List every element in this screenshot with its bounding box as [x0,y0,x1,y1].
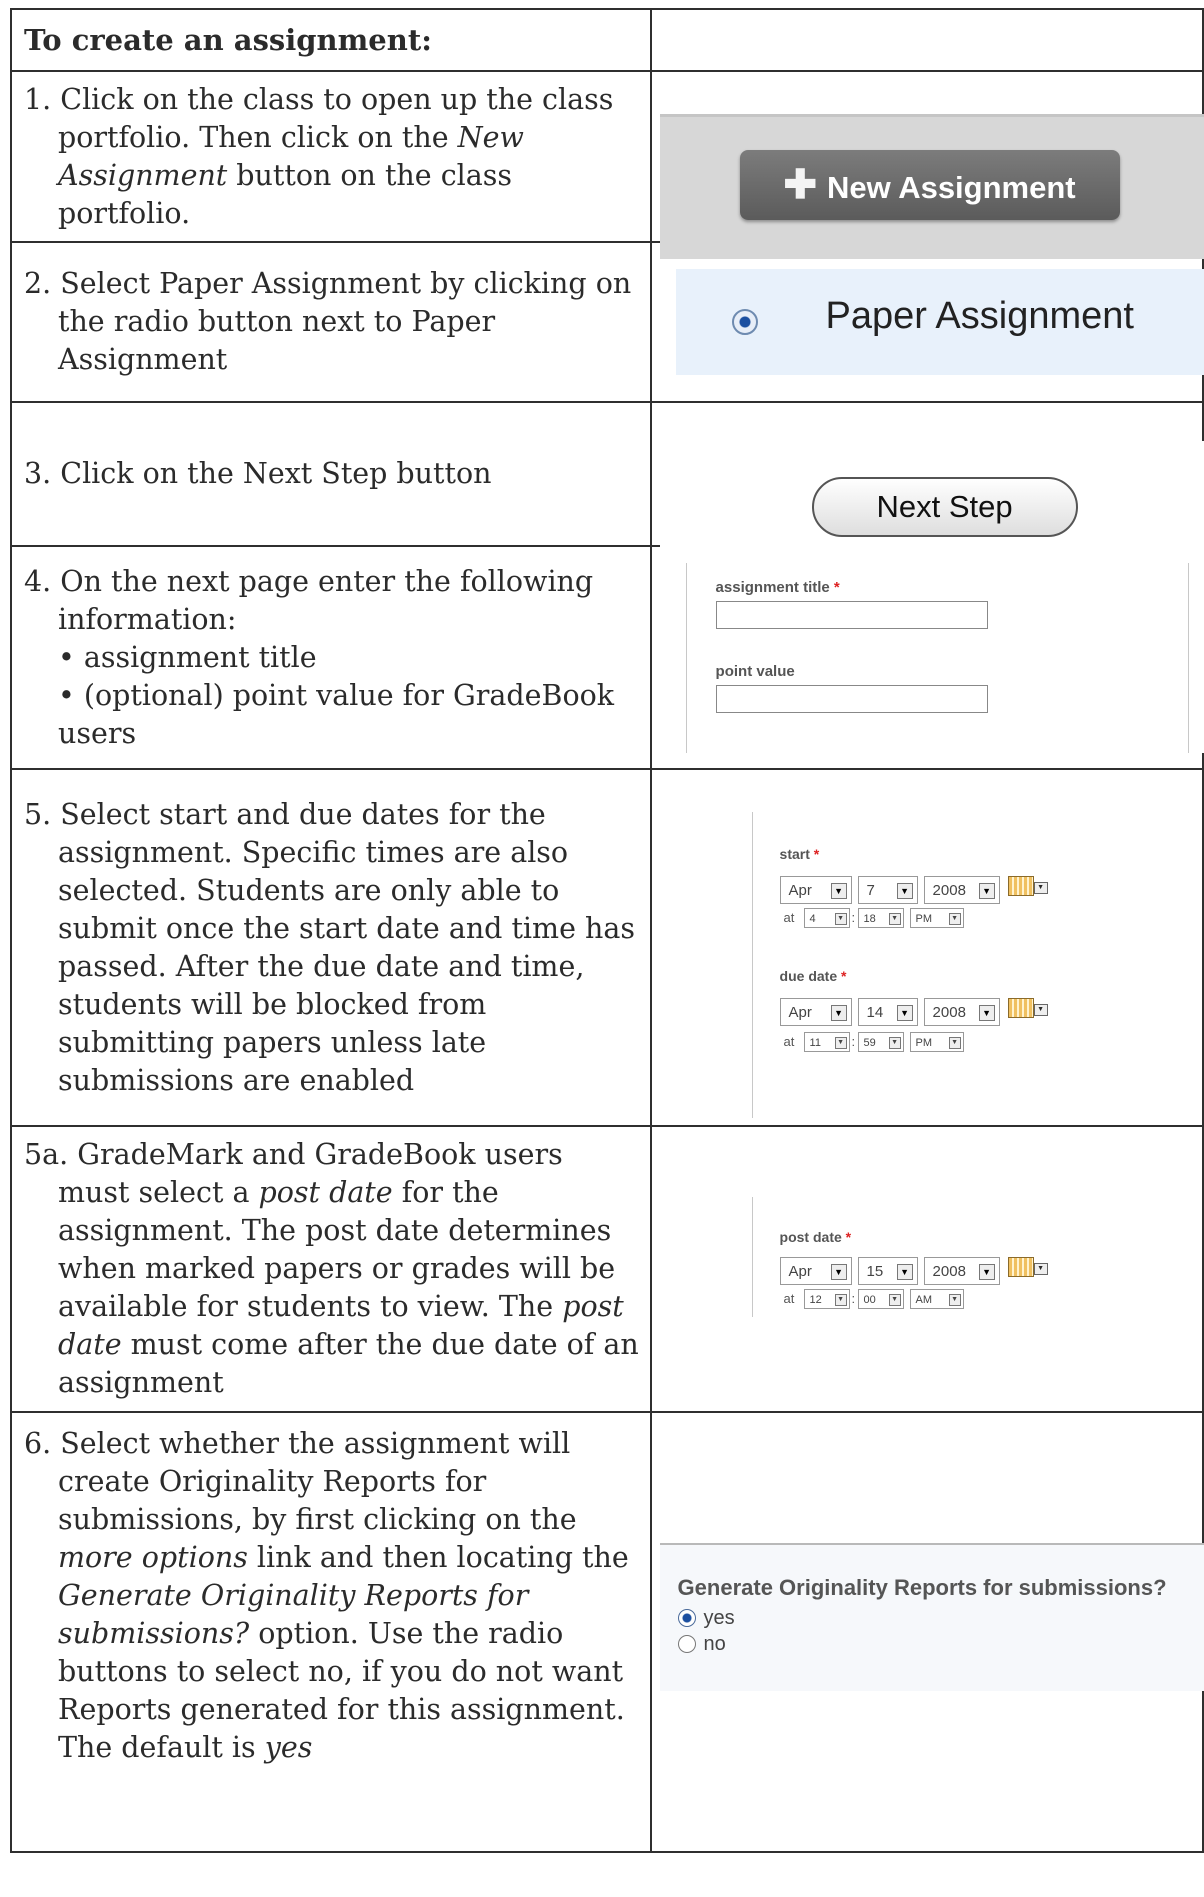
title-form-screenshot: assignment title * point value [675,563,1204,753]
step-6-image: Generate Originality Reports for submiss… [649,1411,1204,1853]
step-5a-image: post date * Apr ▼ 15 ▼ 2008 ▼ ▼ at 12 ▼ : 00… [649,1125,1204,1413]
dates-form-screenshot: start * Apr ▼ 7 ▼ 2008 ▼ ▼ at 4 ▼ : 18 ▼ PM ▼ … [675,812,1184,1118]
chevron-down-icon: ▼ [830,1264,847,1280]
step-5-text: 5. Select start and due dates for the as… [10,768,652,1127]
chevron-down-icon: ▼ [888,1294,901,1306]
post-ampm-select[interactable]: AM ▼ [909,1289,964,1309]
table-heading: To create an assignment: [24,22,432,57]
table-row: 5a. GradeMark and GradeBook users must s… [10,1125,1204,1413]
start-day-select[interactable]: 7 ▼ [857,876,918,904]
yes-radio[interactable] [677,1609,696,1627]
calendar-icon[interactable] [1007,1257,1034,1277]
paper-assignment-radio[interactable] [731,309,758,335]
post-year-select[interactable]: 2008 ▼ [923,1257,1000,1285]
step-6-text: 6. Select whether the assignment will cr… [10,1411,652,1853]
chevron-down-icon: ▼ [978,1264,995,1280]
list-item: • (optional) point value for GradeBook u… [58,678,615,750]
chevron-down-icon: ▼ [834,1294,847,1306]
start-label: start * [779,846,820,862]
instructions-table: To create an assignment: 1. Click on the… [10,8,1204,1853]
step-5a-text: 5a. GradeMark and GradeBook users must s… [10,1125,652,1413]
start-hour-select[interactable]: 4 ▼ [803,908,850,928]
table-row: 4. On the next page enter the following … [10,545,1204,770]
step-1-image: ✚ New Assignment [649,70,1204,259]
originality-reports-screenshot: Generate Originality Reports for submiss… [659,1543,1204,1691]
due-day-select[interactable]: 14 ▼ [857,998,918,1026]
header-cell: To create an assignment: [10,8,652,72]
chevron-down-icon: ▼ [834,1037,847,1049]
chevron-down-icon: ▼ [978,883,995,899]
paper-assignment-screenshot: Paper Assignment [675,269,1204,375]
header-right-cell [649,8,1204,72]
post-date-label: post date * [779,1229,852,1245]
no-label: no [703,1633,726,1655]
chevron-down-icon: ▼ [1033,882,1048,894]
next-step-button[interactable]: Next Step [811,477,1078,537]
chevron-down-icon: ▼ [1033,1263,1048,1275]
step-2-text: 2. Select Paper Assignment by clicking o… [10,241,652,403]
calendar-icon[interactable] [1007,998,1034,1018]
due-minute-select[interactable]: 59 ▼ [857,1032,904,1052]
post-day-select[interactable]: 15 ▼ [857,1257,918,1285]
step-3-image: Next Step [649,401,1204,569]
no-radio[interactable] [677,1635,696,1653]
step-2-image: Paper Assignment [649,241,1204,403]
list-item: • assignment title [58,640,317,674]
step-3-text: 3. Click on the Next Step button [10,401,652,547]
new-assignment-button[interactable]: ✚ New Assignment [739,150,1120,220]
header-row: To create an assignment: [10,8,1204,72]
chevron-down-icon: ▼ [896,1005,913,1021]
start-ampm-select[interactable]: PM ▼ [909,908,964,928]
post-date-screenshot: post date * Apr ▼ 15 ▼ 2008 ▼ ▼ at 12 ▼ : 00… [675,1197,1184,1357]
yes-label: yes [703,1607,735,1629]
post-month-select[interactable]: Apr ▼ [779,1257,852,1285]
chevron-down-icon: ▼ [948,1294,961,1306]
originality-question: Generate Originality Reports for submiss… [677,1575,1167,1600]
chevron-down-icon: ▼ [834,913,847,925]
assignment-title-label: assignment title * [715,579,840,596]
point-value-input[interactable] [715,685,988,713]
chevron-down-icon: ▼ [948,913,961,925]
paper-assignment-label: Paper Assignment [825,295,1134,337]
point-value-label: point value [715,663,795,680]
post-minute-select[interactable]: 00 ▼ [857,1289,904,1309]
chevron-down-icon: ▼ [830,883,847,899]
due-year-select[interactable]: 2008 ▼ [923,998,1000,1026]
table-row: 5. Select start and due dates for the as… [10,768,1204,1127]
post-hour-select[interactable]: 12 ▼ [803,1289,850,1309]
table-row: 2. Select Paper Assignment by clicking o… [10,241,1204,403]
chevron-down-icon: ▼ [888,913,901,925]
table-row: 6. Select whether the assignment will cr… [10,1411,1204,1853]
due-date-label: due date * [779,968,847,984]
chevron-down-icon: ▼ [978,1005,995,1021]
step-1-text: 1. Click on the class to open up the cla… [10,70,652,243]
calendar-icon[interactable] [1007,876,1034,896]
start-minute-select[interactable]: 18 ▼ [857,908,904,928]
chevron-down-icon: ▼ [830,1005,847,1021]
chevron-down-icon: ▼ [1033,1004,1048,1016]
step-4-text: 4. On the next page enter the following … [10,545,652,770]
due-ampm-select[interactable]: PM ▼ [909,1032,964,1052]
new-assignment-screenshot: ✚ New Assignment [659,114,1204,259]
chevron-down-icon: ▼ [948,1037,961,1049]
chevron-down-icon: ▼ [896,1264,913,1280]
start-year-select[interactable]: 2008 ▼ [923,876,1000,904]
due-month-select[interactable]: Apr ▼ [779,998,852,1026]
plus-icon: ✚ [783,163,817,207]
table-row: 3. Click on the Next Step button Next St… [10,401,1204,569]
assignment-title-input[interactable] [715,601,988,629]
start-month-select[interactable]: Apr ▼ [779,876,852,904]
page: To create an assignment: 1. Click on the… [0,0,1204,1897]
due-hour-select[interactable]: 11 ▼ [803,1032,850,1052]
step-4-image: assignment title * point value [649,545,1204,770]
table-row: 1. Click on the class to open up the cla… [10,70,1204,259]
chevron-down-icon: ▼ [888,1037,901,1049]
chevron-down-icon: ▼ [896,883,913,899]
step-5-image: start * Apr ▼ 7 ▼ 2008 ▼ ▼ at 4 ▼ : 18 ▼ PM ▼ … [649,768,1204,1127]
